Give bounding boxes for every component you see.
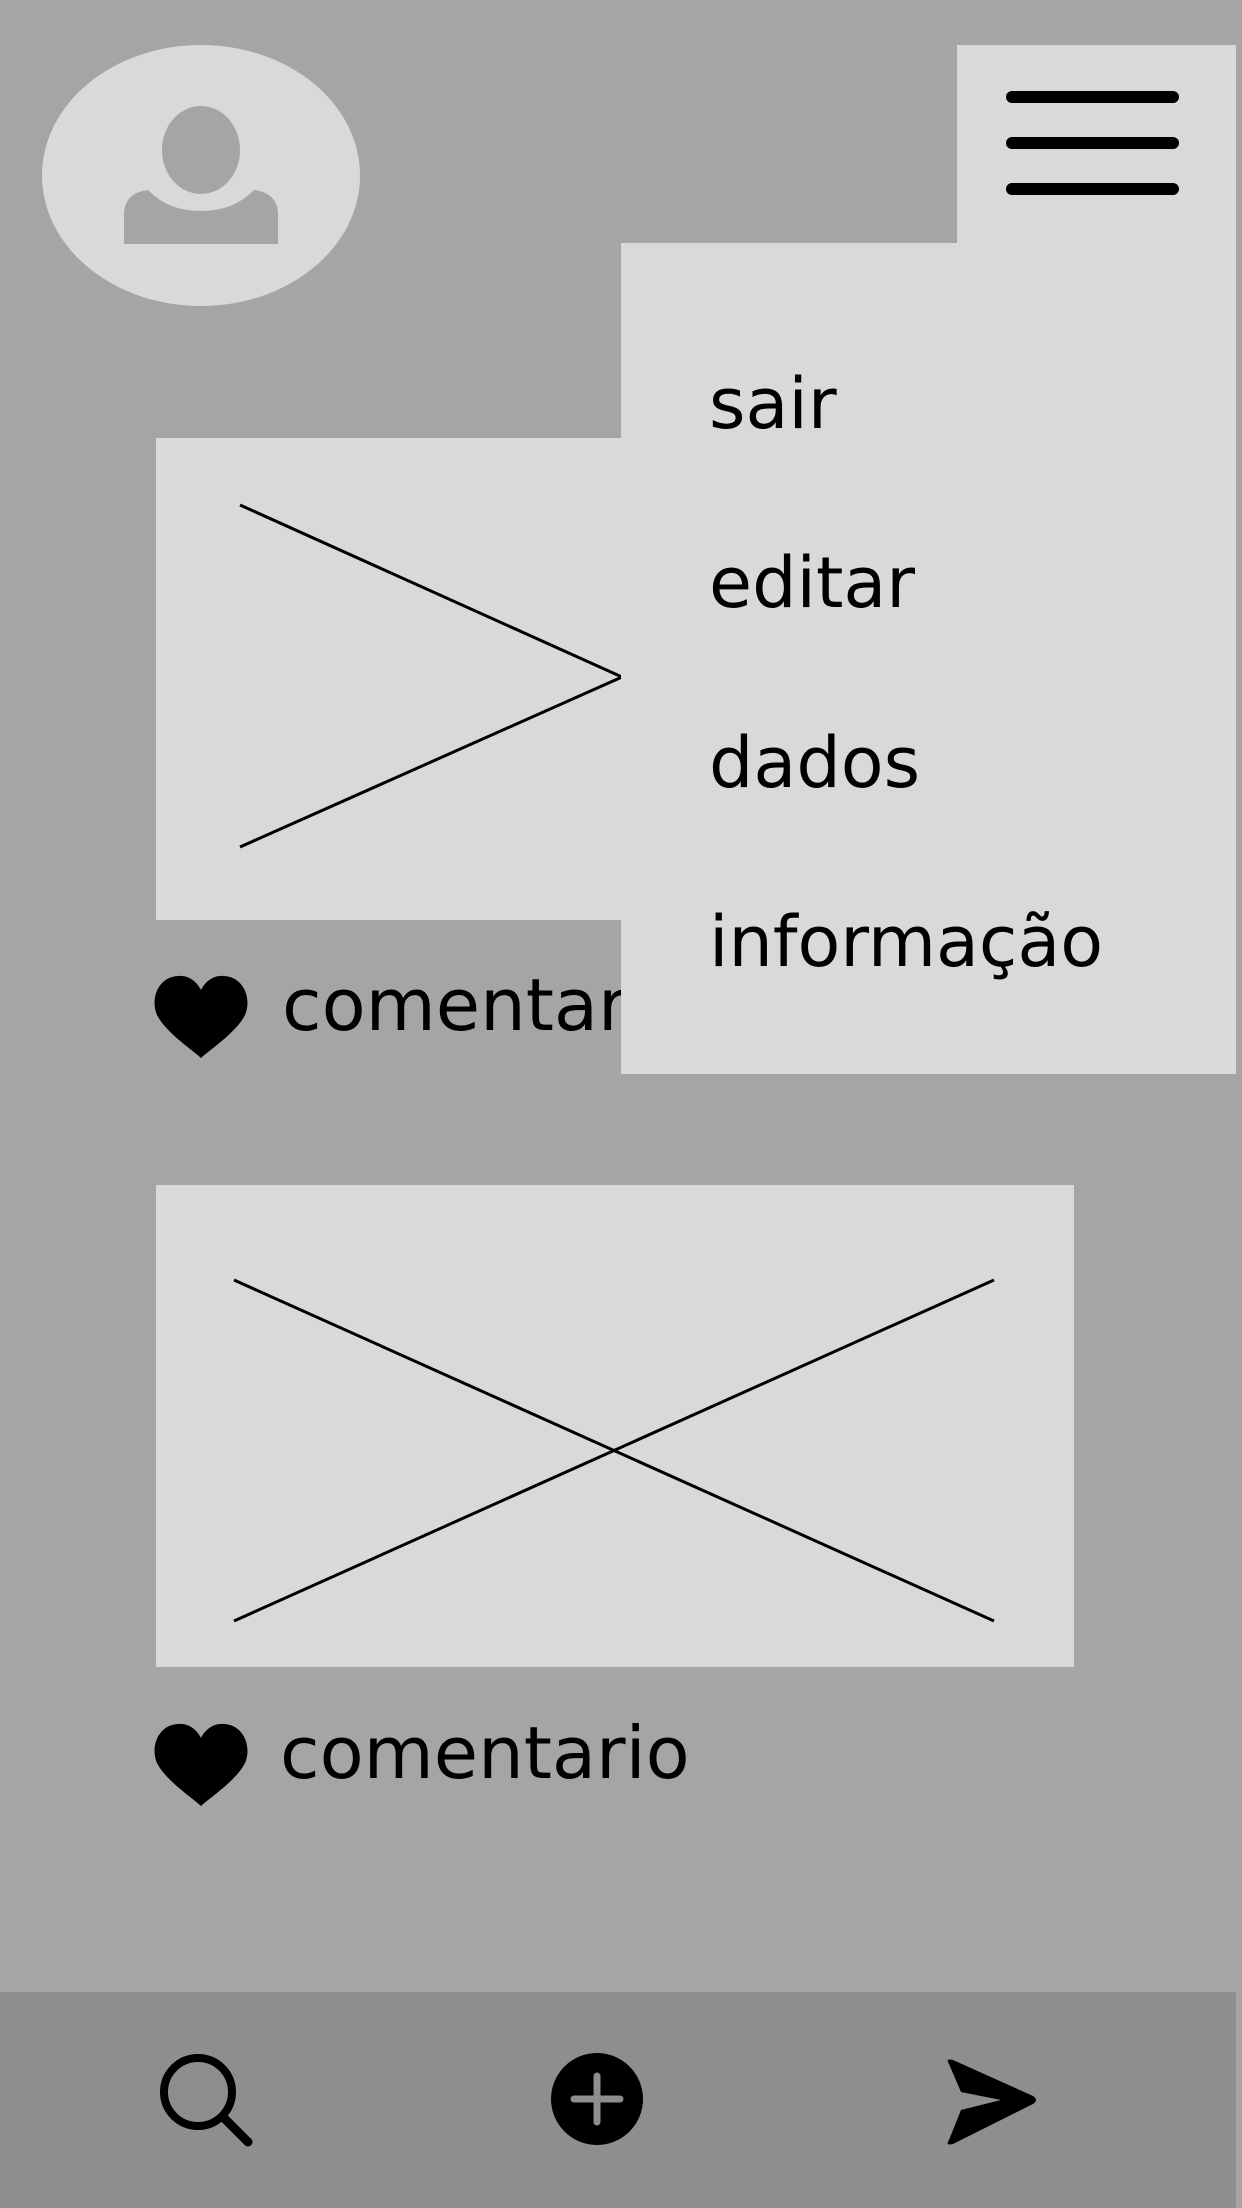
send-button[interactable]: [943, 2054, 1039, 2150]
image-placeholder-icon: [233, 1278, 995, 1623]
menu-item-dados[interactable]: dados: [709, 723, 920, 803]
menu-item-sair[interactable]: sair: [709, 364, 837, 444]
menu-button[interactable]: [957, 45, 1236, 255]
like-button[interactable]: [154, 973, 248, 1059]
search-icon: [160, 2054, 253, 2147]
plus-circle-icon: [551, 2053, 643, 2145]
search-button[interactable]: [158, 2052, 254, 2148]
heart-icon: [154, 975, 248, 1058]
heart-icon: [154, 1723, 248, 1806]
bottom-nav: [0, 1992, 1236, 2208]
add-post-button[interactable]: [550, 2052, 644, 2146]
comment-link[interactable]: comentar: [282, 965, 628, 1045]
post-image[interactable]: [156, 1185, 1074, 1667]
send-icon: [947, 2059, 1036, 2145]
dropdown-menu: sair editar dados informação: [621, 243, 1236, 1074]
user-icon: [124, 106, 278, 244]
comment-link[interactable]: comentario: [280, 1713, 690, 1793]
menu-item-editar[interactable]: editar: [709, 543, 915, 623]
like-button[interactable]: [154, 1721, 248, 1807]
avatar[interactable]: [42, 45, 360, 306]
menu-item-informacao[interactable]: informação: [709, 902, 1103, 982]
